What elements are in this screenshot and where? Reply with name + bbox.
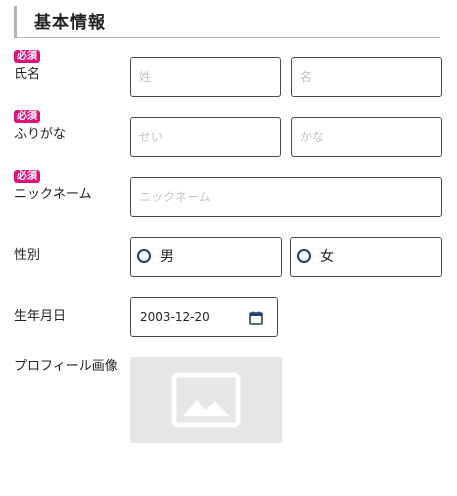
gender-radio-female[interactable]: 女 bbox=[290, 237, 442, 277]
section-title: 基本情報 bbox=[34, 13, 106, 33]
nickname-label: ニックネーム bbox=[14, 187, 92, 202]
kana-label: ふりがな bbox=[14, 127, 67, 142]
required-badge-nickname: 必須 bbox=[14, 170, 40, 183]
last-name-input[interactable] bbox=[130, 57, 281, 97]
image-icon bbox=[171, 372, 241, 428]
gender-option-label: 女 bbox=[320, 249, 334, 265]
required-badge-kana: 必須 bbox=[14, 110, 40, 123]
required-badge-name: 必須 bbox=[14, 50, 40, 63]
birthday-date-input[interactable]: 2003-12-20 bbox=[130, 297, 278, 337]
profile-image-upload[interactable] bbox=[130, 357, 282, 443]
last-name-kana-input[interactable] bbox=[130, 117, 281, 157]
calendar-icon[interactable] bbox=[249, 311, 263, 325]
section-header: 基本情報 bbox=[14, 6, 440, 38]
profile-image-label: プロフィール画像 bbox=[14, 359, 118, 374]
gender-label: 性別 bbox=[14, 248, 41, 263]
birthday-label: 生年月日 bbox=[14, 309, 67, 324]
radio-circle-icon bbox=[297, 249, 311, 263]
first-name-input[interactable] bbox=[291, 57, 442, 97]
gender-option-label: 男 bbox=[160, 249, 174, 265]
gender-radio-male[interactable]: 男 bbox=[130, 237, 282, 277]
first-name-kana-input[interactable] bbox=[291, 117, 442, 157]
birthday-value: 2003-12-20 bbox=[140, 310, 210, 324]
name-label: 氏名 bbox=[14, 67, 41, 82]
nickname-input[interactable] bbox=[130, 177, 442, 217]
radio-circle-icon bbox=[137, 249, 151, 263]
